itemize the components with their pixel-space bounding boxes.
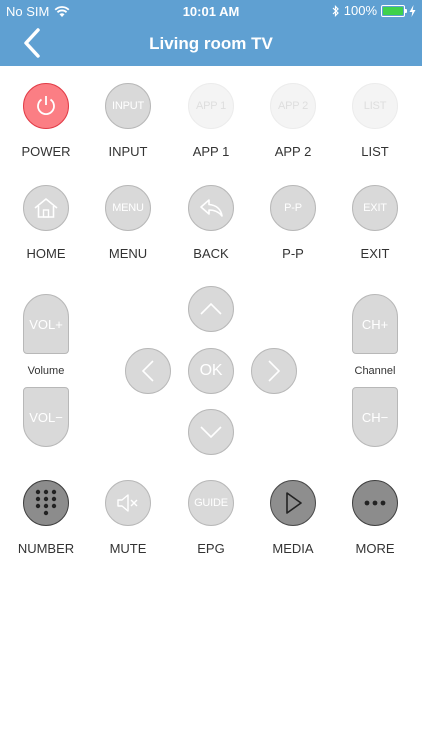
home-label: HOME — [26, 246, 66, 261]
number-label: NUMBER — [17, 541, 75, 556]
app2-button-text: APP 2 — [278, 100, 308, 112]
volume-label: Volume — [27, 365, 65, 377]
input-button-text: INPUT — [111, 100, 144, 112]
pp-button[interactable]: P-P — [270, 185, 316, 231]
navigation-header: No SIM 10:01 AM 100% Living room TV — [0, 0, 422, 66]
charging-icon — [409, 4, 416, 17]
volume-up-button[interactable]: VOL+ — [23, 294, 69, 354]
app1-label: APP 1 — [192, 144, 230, 159]
more-dots-icon — [364, 500, 386, 506]
dpad-right-button[interactable] — [251, 348, 297, 394]
channel-up-text: CH+ — [361, 316, 389, 332]
pp-label: P-P — [282, 246, 304, 261]
dpad-ok-button[interactable]: OK — [188, 348, 234, 394]
number-pad-button[interactable] — [23, 480, 69, 526]
power-label: POWER — [21, 144, 71, 159]
chevron-down-icon — [200, 426, 222, 439]
dpad-left-button[interactable] — [125, 348, 171, 394]
play-icon — [286, 492, 302, 514]
page-title: Living room TV — [149, 34, 273, 53]
dpad-down-button[interactable] — [188, 409, 234, 455]
volume-down-text: VOL− — [29, 409, 63, 425]
battery-icon — [381, 4, 407, 17]
chevron-left-icon — [141, 360, 154, 382]
menu-label: MENU — [108, 246, 148, 261]
back-key-button[interactable] — [188, 185, 234, 231]
chevron-right-icon — [268, 360, 281, 382]
exit-button[interactable]: EXIT — [352, 185, 398, 231]
home-icon — [34, 198, 58, 218]
exit-label: EXIT — [360, 246, 390, 261]
menu-button[interactable]: MENU — [105, 185, 151, 231]
keypad-icon — [35, 489, 57, 516]
home-button[interactable] — [23, 185, 69, 231]
more-label: MORE — [355, 541, 395, 556]
channel-label: Channel — [354, 365, 396, 377]
chevron-up-icon — [200, 302, 222, 315]
input-button[interactable]: INPUT — [105, 83, 151, 129]
app1-button-text: APP 1 — [196, 100, 226, 112]
bluetooth-icon — [332, 4, 339, 17]
dpad-up-button[interactable] — [188, 286, 234, 332]
app1-button[interactable]: APP 1 — [188, 83, 234, 129]
menu-button-text: MENU — [112, 202, 144, 214]
channel-up-button[interactable]: CH+ — [352, 294, 398, 354]
volume-up-text: VOL+ — [29, 316, 63, 332]
input-label: INPUT — [108, 144, 148, 159]
channel-down-text: CH− — [361, 409, 389, 425]
epg-label: EPG — [197, 541, 225, 556]
more-button[interactable] — [352, 480, 398, 526]
battery-percent: 100% — [343, 3, 377, 18]
power-icon — [37, 96, 55, 116]
guide-button[interactable]: GUIDE — [188, 480, 234, 526]
volume-down-button[interactable]: VOL− — [23, 387, 69, 447]
mute-label: MUTE — [109, 541, 147, 556]
mute-button[interactable] — [105, 480, 151, 526]
list-button[interactable]: LIST — [352, 83, 398, 129]
status-bar: No SIM 10:01 AM 100% — [0, 0, 422, 22]
channel-down-button[interactable]: CH− — [352, 387, 398, 447]
media-button[interactable] — [270, 480, 316, 526]
app2-label: APP 2 — [274, 144, 312, 159]
return-arrow-icon — [200, 199, 223, 217]
pp-button-text: P-P — [284, 202, 302, 214]
exit-button-text: EXIT — [363, 202, 387, 214]
guide-button-text: GUIDE — [194, 497, 228, 509]
list-label: LIST — [361, 144, 389, 159]
back-label: BACK — [193, 246, 229, 261]
app2-button[interactable]: APP 2 — [270, 83, 316, 129]
mute-icon — [117, 494, 138, 512]
dpad-ok-text: OK — [199, 362, 223, 379]
media-label: MEDIA — [272, 541, 314, 556]
list-button-text: LIST — [363, 100, 387, 112]
status-right: 100% — [332, 3, 416, 18]
power-button[interactable] — [23, 83, 69, 129]
